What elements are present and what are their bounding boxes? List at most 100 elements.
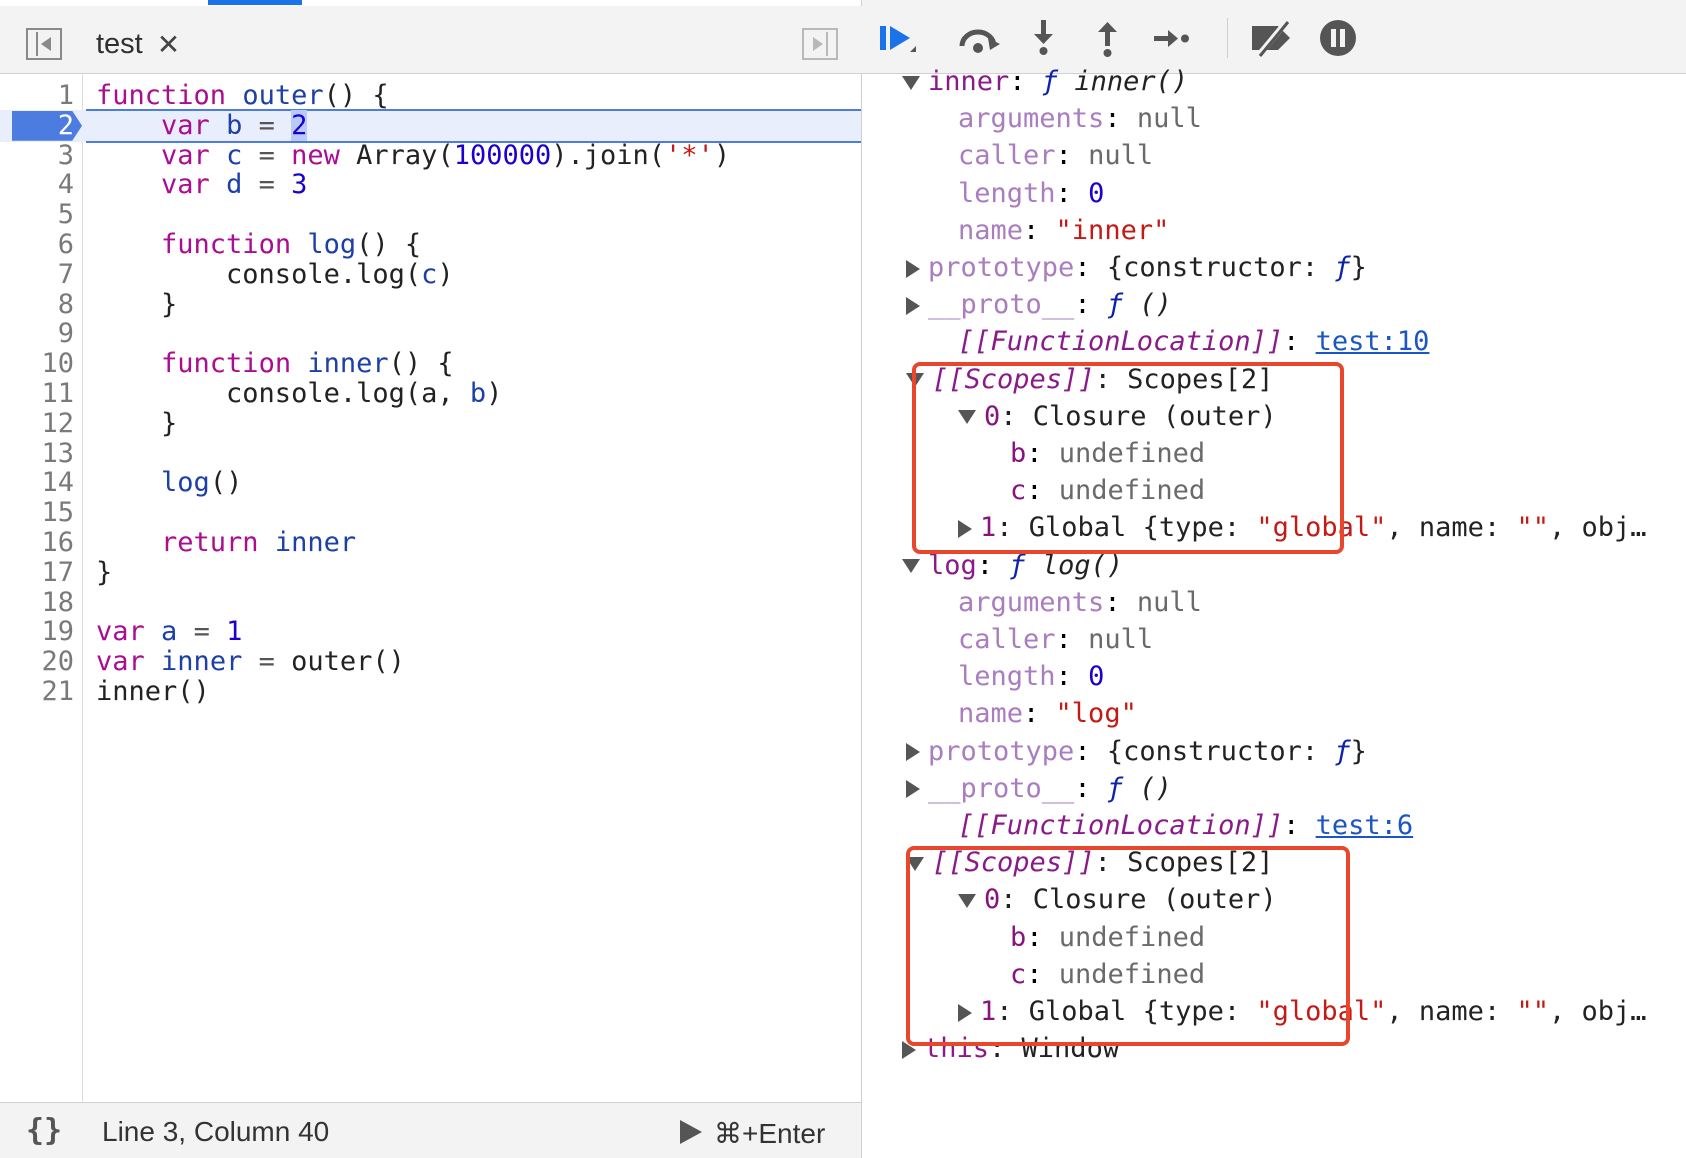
deactivate-breakpoints-icon[interactable] <box>1248 16 1296 60</box>
line-number[interactable]: 18 <box>0 587 74 619</box>
line-number[interactable]: 9 <box>0 318 74 350</box>
line-number[interactable]: 20 <box>0 646 74 678</box>
tree-text: : <box>1074 289 1107 321</box>
toggle-navigator-icon[interactable] <box>26 28 62 60</box>
code-line[interactable]: 19 var a = 1 <box>0 616 861 648</box>
tree-text: arguments <box>958 103 1105 135</box>
line-number[interactable]: 5 <box>0 199 74 231</box>
line-source: console.log(c) <box>96 259 454 291</box>
code-token: return <box>161 527 259 558</box>
code-line[interactable]: 10 function inner() { <box>0 348 861 380</box>
resume-icon[interactable] <box>876 16 924 60</box>
code-line[interactable]: 3 var c = new Array(100000).join('*') <box>0 140 861 172</box>
line-number[interactable]: 19 <box>0 616 74 648</box>
code-line[interactable]: 16 return inner <box>0 527 861 559</box>
tree-node-expandable[interactable]: prototype: {constructor: ƒ} <box>906 248 1367 288</box>
code-token: log <box>307 229 357 260</box>
tree-text: : <box>1055 177 1089 209</box>
code-token: 1 <box>226 616 243 648</box>
expanded-arrow-icon[interactable] <box>902 559 920 574</box>
code-token: log <box>161 467 210 499</box>
code-token: 2 <box>291 109 308 141</box>
tree-text: 0 <box>1088 177 1105 209</box>
line-number[interactable]: 21 <box>0 676 74 708</box>
line-number[interactable]: 16 <box>0 527 74 559</box>
expanded-arrow-icon[interactable] <box>902 75 920 90</box>
line-number[interactable]: 3 <box>0 140 74 172</box>
line-number[interactable]: 12 <box>0 408 74 440</box>
tree-text: inner <box>928 66 1010 97</box>
step-over-icon[interactable] <box>954 16 1002 60</box>
tree-text: : <box>1283 326 1316 358</box>
code-editor[interactable]: 1 function outer() {2 var b = 23 var c = … <box>0 74 861 1102</box>
toggle-debugger-icon[interactable] <box>802 28 838 60</box>
step-out-icon[interactable] <box>1084 16 1132 60</box>
code-line[interactable]: 17} <box>0 557 861 589</box>
code-token: ) <box>713 139 731 171</box>
code-line[interactable]: 1 function outer() { <box>0 80 861 112</box>
tree-text: : <box>1009 66 1042 97</box>
code-token: c <box>421 258 438 290</box>
tree-node-expandable[interactable]: __proto__: ƒ () <box>906 769 1172 809</box>
pretty-print-icon[interactable]: {} <box>26 1113 62 1148</box>
line-number[interactable]: 10 <box>0 348 74 380</box>
source-location-link[interactable]: test:6 <box>1316 810 1414 841</box>
run-snippet-icon[interactable] <box>680 1120 702 1144</box>
line-number[interactable]: 11 <box>0 378 74 410</box>
line-number[interactable]: 15 <box>0 497 74 529</box>
code-line-paused[interactable]: 2 var b = 2 <box>0 108 861 143</box>
code-line[interactable]: 18 <box>0 587 861 619</box>
line-number[interactable]: 17 <box>0 557 74 589</box>
line-number[interactable]: 8 <box>0 289 74 321</box>
line-number[interactable]: 13 <box>0 438 74 470</box>
code-line[interactable]: 7 console.log(c) <box>0 259 861 291</box>
code-token: } <box>96 407 178 439</box>
tree-text: log <box>928 549 977 581</box>
code-line[interactable]: 21 inner() <box>0 676 861 708</box>
code-line[interactable]: 4 var d = 3 <box>0 169 861 201</box>
step-into-icon[interactable] <box>1020 16 1068 60</box>
tree-property: name: "inner" <box>958 211 1169 251</box>
code-line[interactable]: 20 var inner = outer() <box>0 646 861 678</box>
code-line[interactable]: 9 <box>0 318 861 350</box>
file-tab-test[interactable]: test ✕ <box>96 24 180 64</box>
tree-node-expandable[interactable]: __proto__: ƒ () <box>906 285 1172 325</box>
step-icon[interactable] <box>1148 16 1196 60</box>
pause-on-exceptions-icon[interactable] <box>1312 16 1360 60</box>
tree-text: : <box>1023 698 1056 730</box>
code-line[interactable]: 15 <box>0 497 861 529</box>
line-number[interactable]: 4 <box>0 169 74 201</box>
line-number[interactable]: 2 <box>0 110 74 142</box>
code-token: inner() <box>96 676 210 707</box>
code-token: ) <box>437 258 454 290</box>
line-number[interactable]: 6 <box>0 229 74 261</box>
source-location-link[interactable]: test:10 <box>1316 326 1430 357</box>
collapsed-arrow-icon[interactable] <box>906 296 920 315</box>
code-line[interactable]: 13 <box>0 438 861 470</box>
collapsed-arrow-icon[interactable] <box>906 743 920 762</box>
collapsed-arrow-icon[interactable] <box>906 780 920 799</box>
line-number[interactable]: 14 <box>0 467 74 499</box>
tree-node-expandable[interactable]: inner: ƒ inner() <box>902 62 1188 102</box>
code-line[interactable]: 5 <box>0 199 861 231</box>
tree-node-expandable[interactable]: prototype: {constructor: ƒ} <box>906 732 1367 772</box>
tree-text: "" <box>1516 512 1549 544</box>
code-line[interactable]: 11 console.log(a, b) <box>0 378 861 410</box>
line-number[interactable]: 1 <box>0 80 74 112</box>
code-line[interactable]: 6 function log() { <box>0 229 861 261</box>
tree-text: } <box>1350 252 1367 283</box>
close-tab-icon[interactable]: ✕ <box>157 28 180 61</box>
line-source: var inner = outer() <box>96 646 405 678</box>
collapsed-arrow-icon[interactable] <box>906 259 920 278</box>
tree-property: arguments: null <box>958 583 1202 623</box>
tree-property: caller: null <box>958 136 1153 176</box>
line-number[interactable]: 7 <box>0 259 74 291</box>
code-token: () { <box>388 348 454 380</box>
tree-text: __proto__ <box>928 772 1075 804</box>
code-line[interactable]: 8 } <box>0 289 861 321</box>
code-line[interactable]: 14 log() <box>0 467 861 499</box>
code-line[interactable]: 12 } <box>0 408 861 440</box>
line-source: } <box>96 408 177 440</box>
